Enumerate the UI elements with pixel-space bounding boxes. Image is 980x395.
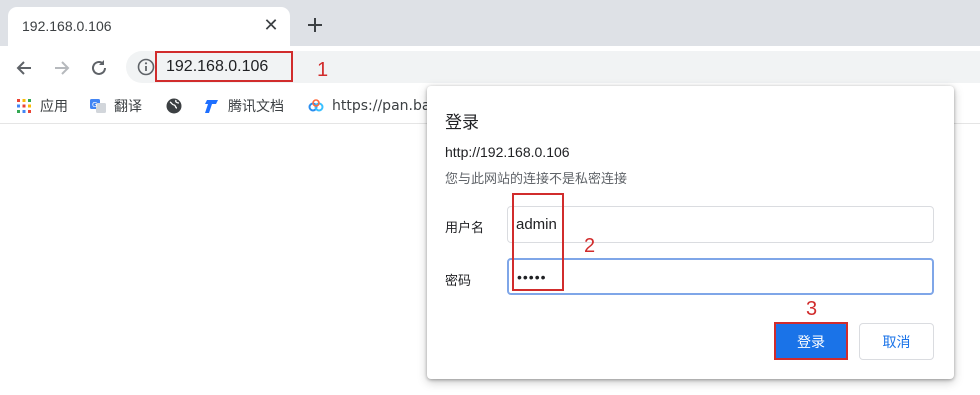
tencent-docs-icon xyxy=(204,98,220,114)
cancel-button[interactable]: 取消 xyxy=(859,323,934,360)
bookmark-translate[interactable]: G 翻译 xyxy=(90,96,142,116)
bookmark-tencent-docs[interactable]: 腾讯文档 xyxy=(204,96,284,116)
bookmark-label: 翻译 xyxy=(114,99,142,115)
bookmark-label: 腾讯文档 xyxy=(228,99,284,115)
bookmark-label: 应用 xyxy=(40,99,68,115)
baidu-pan-icon xyxy=(308,98,324,114)
annotation-box-step1 xyxy=(155,51,293,82)
svg-text:G: G xyxy=(92,101,97,109)
tab-title: 192.168.0.106 xyxy=(22,18,112,34)
tab-strip: 192.168.0.106 ✕ xyxy=(0,0,980,46)
bookmark-globe[interactable] xyxy=(166,96,182,116)
reload-icon[interactable] xyxy=(86,55,112,81)
username-label: 用户名 xyxy=(445,221,485,236)
dialog-title: 登录 xyxy=(445,113,479,133)
bookmark-baidu-pan[interactable]: https://pan.ba xyxy=(308,96,430,116)
annotation-number-step3: 3 xyxy=(806,298,818,320)
login-dialog: 登录 http://192.168.0.106 您与此网站的连接不是私密连接 用… xyxy=(427,86,954,379)
dialog-url: http://192.168.0.106 xyxy=(445,144,570,160)
password-field[interactable]: ••••• xyxy=(507,258,934,295)
annotation-box-step3 xyxy=(774,322,848,360)
info-icon[interactable] xyxy=(137,58,155,76)
username-field[interactable] xyxy=(507,206,934,243)
arrow-left-icon[interactable] xyxy=(11,55,37,81)
annotation-box-step2 xyxy=(512,193,564,291)
bookmark-label: https://pan.ba xyxy=(332,98,431,114)
annotation-number-step1: 1 xyxy=(317,59,329,81)
globe-icon xyxy=(166,98,182,114)
password-label: 密码 xyxy=(445,274,472,289)
close-icon[interactable]: ✕ xyxy=(260,15,282,37)
translate-icon: G xyxy=(90,98,106,114)
bookmark-apps[interactable]: 应用 xyxy=(16,96,68,116)
browser-toolbar: 192.168.0.106 xyxy=(0,46,980,88)
arrow-right-icon[interactable] xyxy=(49,55,75,81)
plus-icon[interactable] xyxy=(303,13,327,37)
apps-grid-icon xyxy=(16,98,32,114)
dialog-security-note: 您与此网站的连接不是私密连接 xyxy=(445,172,628,187)
browser-tab[interactable]: 192.168.0.106 ✕ xyxy=(8,7,290,46)
annotation-number-step2: 2 xyxy=(584,235,596,257)
